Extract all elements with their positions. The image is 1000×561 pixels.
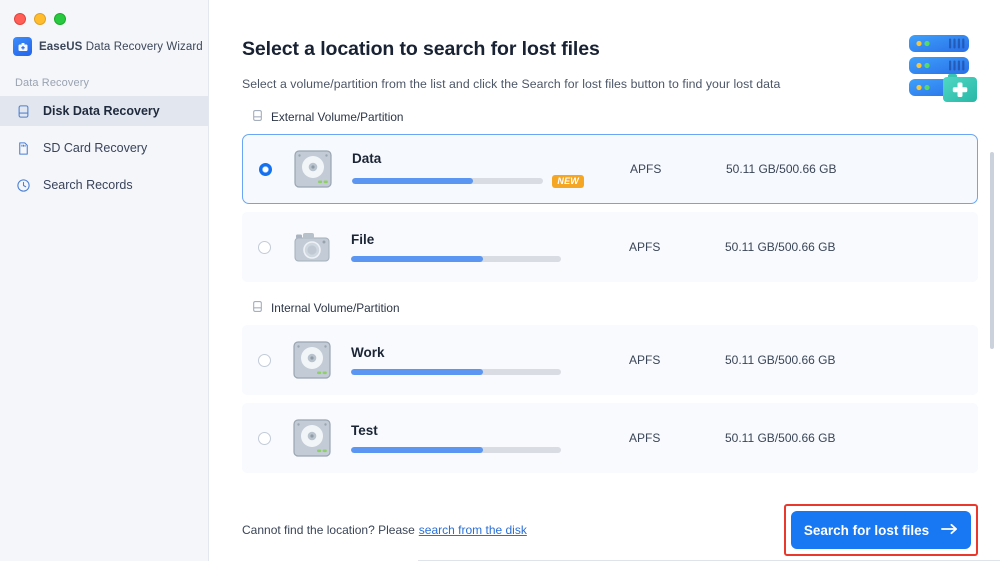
volume-row-work[interactable]: Work APFS 50.11 GB/500.66 GB (242, 325, 978, 395)
sidebar-item-label: Search Records (43, 178, 133, 192)
clock-icon (15, 177, 32, 194)
volume-size: 50.11 GB/500.66 GB (725, 431, 836, 445)
volume-usage (351, 447, 583, 453)
app-title: EaseUS Data Recovery Wizard (39, 41, 203, 53)
volume-size: 50.11 GB/500.66 GB (725, 240, 836, 254)
usage-bar-fill (352, 178, 473, 184)
scrollbar-thumb[interactable] (990, 152, 994, 349)
volume-filesystem: APFS (630, 162, 662, 176)
server-stack-with-first-aid-kit-icon (905, 33, 983, 105)
volume-name: Test (351, 423, 378, 438)
search-for-lost-files-button[interactable]: Search for lost files (791, 511, 971, 549)
page-subtitle: Select a volume/partition from the list … (242, 77, 781, 91)
usage-bar-fill (351, 256, 484, 262)
volume-info-test: Test (351, 423, 583, 453)
volume-usage (351, 369, 583, 375)
cta-highlight-box: Search for lost files (784, 504, 978, 556)
sidebar-item-search-records[interactable]: Search Records (0, 170, 208, 200)
volume-row-file[interactable]: File APFS 50.11 GB/500.66 GB (242, 212, 978, 282)
sidebar-item-sd-card-recovery[interactable]: SD Card Recovery (0, 133, 208, 163)
drive-outline-icon (251, 300, 264, 316)
main-content: Select a location to search for lost fil… (209, 0, 1000, 561)
volume-size: 50.11 GB/500.66 GB (725, 353, 836, 367)
volume-row-data[interactable]: Data NEW APFS 50.11 GB/500.66 GB (242, 134, 978, 204)
drive-outline-icon (251, 109, 264, 125)
cta-label: Search for lost files (803, 522, 930, 538)
volume-name: File (351, 232, 375, 247)
group-header-external: External Volume/Partition (251, 109, 978, 125)
sd-card-icon (15, 140, 32, 157)
hard-disk-icon (290, 147, 336, 191)
close-window-button[interactable] (14, 13, 26, 25)
search-from-the-disk-link[interactable]: search from the disk (419, 523, 527, 537)
group-header-internal: Internal Volume/Partition (251, 300, 978, 316)
brand-name-bold: EaseUS (39, 40, 83, 53)
volume-filesystem: APFS (629, 353, 661, 367)
sidebar-item-label: Disk Data Recovery (43, 104, 160, 118)
volume-info-file: File (351, 232, 583, 262)
brand-name-rest: Data Recovery Wizard (85, 40, 203, 53)
group-label: External Volume/Partition (271, 110, 404, 124)
app-window: EaseUS Data Recovery Wizard Data Recover… (0, 0, 1000, 561)
volume-info-data: Data NEW (352, 151, 584, 188)
volume-usage: NEW (352, 174, 584, 188)
usage-bar-fill (351, 369, 484, 375)
volume-size: 50.11 GB/500.66 GB (726, 162, 837, 176)
footer-note-text: Cannot find the location? Please (242, 523, 415, 537)
new-badge: NEW (552, 174, 584, 188)
volume-name: Work (351, 345, 385, 360)
volume-radio-file[interactable] (258, 240, 271, 254)
volume-filesystem: APFS (629, 240, 661, 254)
volume-info-work: Work (351, 345, 583, 375)
usage-bar-track (352, 178, 544, 184)
hard-disk-icon (289, 416, 335, 460)
easeus-logo-icon (13, 37, 32, 56)
usage-bar-track (351, 369, 561, 375)
volume-list-area: External Volume/Partition Data NEW APFS … (209, 109, 1000, 473)
app-brand: EaseUS Data Recovery Wizard (0, 25, 208, 56)
volume-radio-test[interactable] (258, 431, 271, 445)
page-title: Select a location to search for lost fil… (242, 38, 600, 60)
volume-name: Data (352, 150, 382, 166)
volume-radio-data[interactable] (259, 162, 272, 176)
hard-disk-icon (289, 338, 335, 382)
page-header: Select a location to search for lost fil… (209, 0, 1000, 91)
maximize-window-button[interactable] (54, 13, 66, 25)
usage-bar-track (351, 256, 561, 262)
usage-bar-track (351, 447, 561, 453)
sidebar-section-label: Data Recovery (15, 77, 90, 89)
volume-usage (351, 256, 583, 262)
footer-bar: Cannot find the location? Please search … (209, 499, 1000, 561)
sidebar-item-label: SD Card Recovery (43, 141, 148, 155)
hard-drive-icon (15, 103, 32, 120)
sidebar-item-disk-data-recovery[interactable]: Disk Data Recovery (0, 96, 208, 126)
sidebar: EaseUS Data Recovery Wizard Data Recover… (0, 0, 209, 561)
volume-row-test[interactable]: Test APFS 50.11 GB/500.66 GB (242, 403, 978, 473)
volume-filesystem: APFS (629, 431, 661, 445)
camera-icon (289, 225, 335, 269)
window-traffic-lights (0, 0, 208, 25)
arrow-right-icon (941, 523, 958, 538)
group-label: Internal Volume/Partition (271, 301, 400, 315)
footer-note: Cannot find the location? Please search … (242, 523, 527, 537)
volume-radio-work[interactable] (258, 353, 271, 367)
minimize-window-button[interactable] (34, 13, 46, 25)
usage-bar-fill (351, 447, 484, 453)
